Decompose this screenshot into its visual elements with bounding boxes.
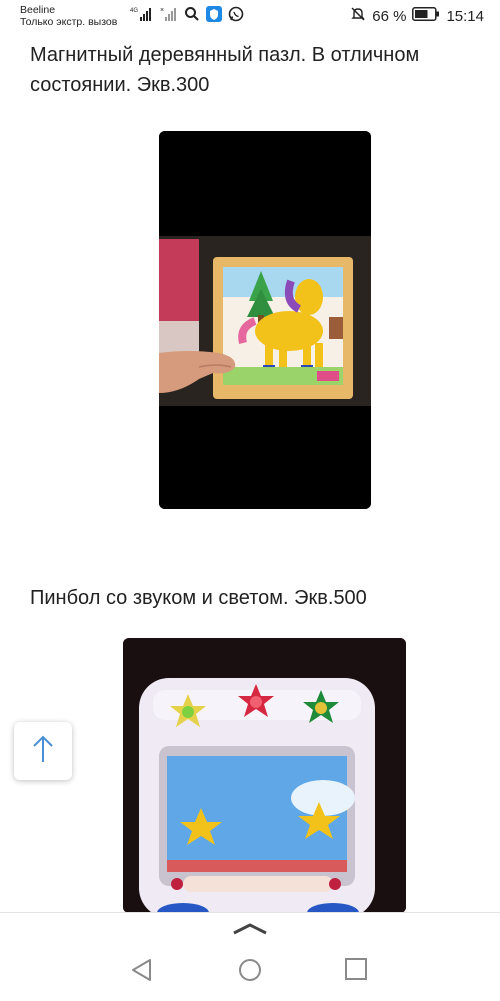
whatsapp-icon [228,6,244,27]
post-2-text: Пинбол со звуком и светом. Экв.500 [30,587,367,609]
status-icons-right: 66 % 15:14 [350,6,484,26]
home-circle-icon[interactable] [237,957,263,988]
svg-text:×: × [160,7,164,14]
signal-4g-icon: 4G [130,5,154,28]
battery-icon [412,7,440,25]
post-1-text-line2: состоянии. Экв.300 [30,74,210,96]
chevron-up-icon[interactable] [230,917,270,942]
recents-square-icon[interactable] [344,957,368,986]
scroll-to-top-button[interactable] [14,722,72,780]
bell-muted-icon [350,6,366,26]
post-2-photo[interactable] [123,638,406,913]
shield-app-icon [206,5,222,27]
status-bar: Beeline Только экстр. вызов 4G × 66 % 15… [0,0,500,36]
arrow-up-icon [32,734,54,769]
clock: 15:14 [446,7,484,25]
post-1-text: Магнитный деревянный пазл. В отличном со… [30,40,419,100]
signal-empty-icon: × [160,5,178,28]
search-icon [184,6,200,27]
back-triangle-icon[interactable] [130,957,154,988]
carrier-status: Только экстр. вызов [20,16,118,28]
svg-text:4G: 4G [130,8,138,14]
status-icons-left: 4G × [130,5,244,28]
carrier-info: Beeline Только экстр. вызов [20,4,117,28]
system-navigation-bar [0,912,500,1001]
post-1-text-line1: Магнитный деревянный пазл. В отличном [30,44,420,66]
battery-percent: 66 % [372,7,407,25]
post-1-photo[interactable] [159,131,371,509]
carrier-name: Beeline [20,4,56,16]
